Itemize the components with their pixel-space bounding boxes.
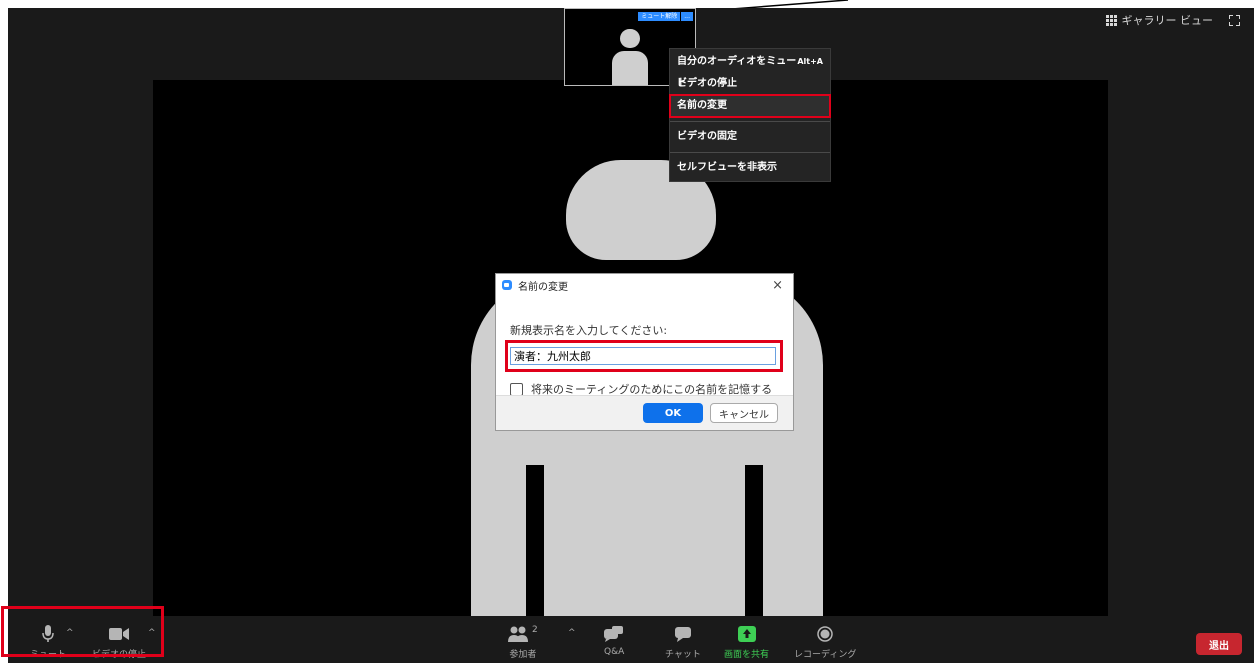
- mute-button[interactable]: ミュート: [30, 625, 66, 660]
- menu-item-mute-audio[interactable]: 自分のオーディオをミュート Alt+A: [670, 51, 830, 89]
- gallery-view-button[interactable]: ギャラリー ビュー: [1105, 12, 1214, 28]
- video-camera-icon: [109, 625, 129, 643]
- self-avatar-head: [620, 29, 640, 48]
- self-avatar-body: [612, 51, 648, 85]
- record-icon: [817, 625, 833, 643]
- microphone-icon: [42, 625, 54, 643]
- more-options-button[interactable]: ...: [681, 12, 693, 21]
- meeting-toolbar: ミュート ^ ビデオの停止 ^ 2 参加者 ^ Q&A チャット 画面を共有 レ…: [8, 619, 1254, 663]
- gallery-grid-icon: [1105, 15, 1117, 26]
- dialog-title: 名前の変更: [518, 281, 568, 293]
- gallery-view-label: ギャラリー ビュー: [1121, 14, 1214, 27]
- menu-item-pin-video-label: ビデオの固定: [677, 131, 737, 142]
- record-label: レコーディング: [794, 650, 857, 660]
- menu-item-hide-self-view[interactable]: セルフビューを非表示: [670, 157, 830, 179]
- avatar-arm-gap-right: [745, 465, 763, 616]
- record-button[interactable]: レコーディング: [794, 625, 856, 660]
- menu-item-rename[interactable]: 名前の変更: [669, 94, 831, 118]
- stop-video-label: ビデオの停止: [92, 650, 147, 660]
- menu-item-pin-video[interactable]: ビデオの固定: [670, 126, 830, 148]
- self-tile-buttons: ミュート解除 ...: [638, 12, 693, 21]
- share-screen-button[interactable]: 画面を共有: [724, 625, 769, 660]
- share-screen-icon: [737, 625, 756, 643]
- menu-item-rename-label: 名前の変更: [677, 100, 727, 111]
- participants-button[interactable]: 2 参加者: [508, 625, 538, 660]
- participants-options-caret[interactable]: ^: [568, 628, 576, 638]
- menu-separator: [670, 121, 830, 122]
- menu-item-mute-audio-label: 自分のオーディオをミュート: [677, 56, 797, 89]
- menu-item-hide-self-view-label: セルフビューを非表示: [677, 162, 777, 173]
- chat-label: チャット: [665, 650, 701, 660]
- remember-name-checkbox[interactable]: [510, 382, 523, 396]
- video-options-caret[interactable]: ^: [148, 628, 156, 638]
- qa-button[interactable]: Q&A: [604, 625, 624, 657]
- self-view-context-menu: 自分のオーディオをミュート Alt+A ビデオの停止 名前の変更 ビデオの固定 …: [669, 48, 831, 182]
- mute-label: ミュート: [30, 650, 67, 660]
- display-name-input[interactable]: [510, 347, 776, 365]
- share-screen-label: 画面を共有: [724, 650, 770, 660]
- ok-button[interactable]: OK: [643, 403, 703, 423]
- top-right-controls: ギャラリー ビュー: [1105, 12, 1240, 28]
- chat-button[interactable]: チャット: [665, 625, 701, 660]
- participants-label: 参加者: [509, 650, 537, 660]
- zoom-meeting-window: ギャラリー ビュー ミュート解除 ... 自分のオーディオをミュート Alt+A…: [8, 8, 1254, 663]
- avatar-arm-gap-left: [526, 465, 544, 616]
- unmute-button[interactable]: ミュート解除: [638, 12, 681, 21]
- stop-video-button[interactable]: ビデオの停止: [92, 625, 146, 660]
- menu-item-mute-audio-shortcut: Alt+A: [797, 57, 823, 66]
- close-icon[interactable]: ×: [772, 278, 783, 293]
- dialog-title-bar: 名前の変更: [496, 274, 793, 296]
- menu-item-stop-video[interactable]: ビデオの停止: [670, 73, 830, 95]
- zoom-app-icon: [502, 280, 512, 290]
- rename-dialog: 名前の変更 × 新規表示名を入力してください: 将来のミーティングのためにこの名…: [495, 273, 794, 431]
- leave-meeting-button[interactable]: 退出: [1196, 633, 1242, 655]
- qa-icon: [604, 625, 624, 643]
- participants-count: 2: [532, 625, 538, 635]
- chat-icon: [674, 625, 691, 643]
- fullscreen-icon[interactable]: [1229, 14, 1240, 26]
- menu-separator: [670, 152, 830, 153]
- menu-item-stop-video-label: ビデオの停止: [677, 78, 737, 89]
- cancel-button[interactable]: キャンセル: [710, 403, 778, 423]
- qa-label: Q&A: [604, 647, 625, 657]
- audio-options-caret[interactable]: ^: [66, 628, 74, 638]
- dialog-footer: OK キャンセル: [496, 395, 793, 430]
- dialog-prompt: 新規表示名を入力してください:: [510, 324, 668, 337]
- participants-icon: 2: [508, 625, 538, 643]
